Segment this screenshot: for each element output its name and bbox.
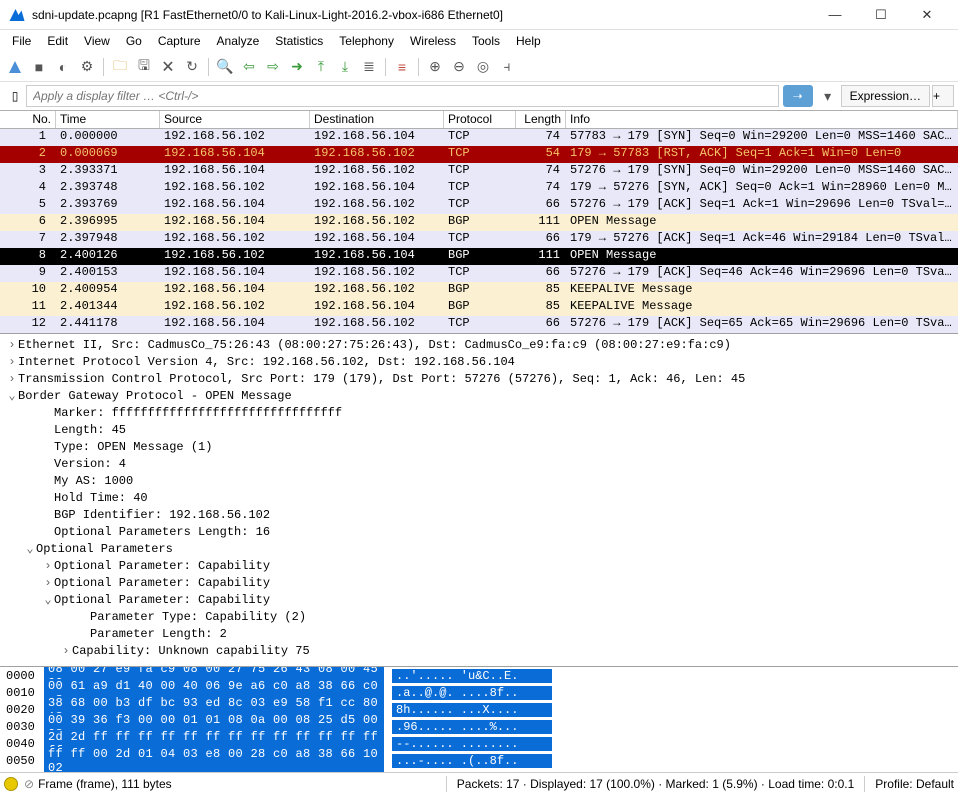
- packet-details[interactable]: ›Ethernet II, Src: CadmusCo_75:26:43 (08…: [0, 333, 958, 666]
- packet-row[interactable]: 112.401344192.168.56.102192.168.56.104BG…: [0, 299, 958, 316]
- menu-wireless[interactable]: Wireless: [402, 32, 464, 50]
- col-dst: Destination: [310, 111, 444, 128]
- detail-row[interactable]: ›Capability: Unknown capability 75: [0, 642, 958, 659]
- titlebar: sdni-update.pcapng [R1 FastEthernet0/0 t…: [0, 0, 958, 30]
- menu-statistics[interactable]: Statistics: [267, 32, 331, 50]
- menubar: File Edit View Go Capture Analyze Statis…: [0, 30, 958, 52]
- col-time: Time: [56, 111, 160, 128]
- go-forward-icon[interactable]: ⇨: [262, 56, 284, 78]
- col-info: Info: [566, 111, 958, 128]
- detail-row[interactable]: Hold Time: 40: [0, 489, 958, 506]
- col-proto: Protocol: [444, 111, 516, 128]
- detail-row[interactable]: BGP Identifier: 192.168.56.102: [0, 506, 958, 523]
- window-title: sdni-update.pcapng [R1 FastEthernet0/0 t…: [32, 8, 812, 22]
- packet-row[interactable]: 82.400126192.168.56.102192.168.56.104BGP…: [0, 248, 958, 265]
- packet-row[interactable]: 102.400954192.168.56.104192.168.56.102BG…: [0, 282, 958, 299]
- status-packets: Packets: 17 · Displayed: 17 (100.0%) · M…: [457, 777, 855, 791]
- apply-filter-button[interactable]: ➝: [783, 85, 813, 107]
- status-profile[interactable]: Profile: Default: [875, 777, 954, 791]
- colorize-icon[interactable]: ≡: [391, 56, 413, 78]
- detail-row[interactable]: ›Ethernet II, Src: CadmusCo_75:26:43 (08…: [0, 336, 958, 353]
- restart-capture-icon[interactable]: ◐: [52, 56, 74, 78]
- menu-help[interactable]: Help: [508, 32, 549, 50]
- maximize-button[interactable]: ☐: [858, 0, 904, 30]
- detail-row[interactable]: Length: 45: [0, 421, 958, 438]
- stop-capture-icon[interactable]: ■: [28, 56, 50, 78]
- window-controls: — ☐ ✕: [812, 0, 950, 30]
- open-file-icon[interactable]: 🗀: [109, 56, 131, 78]
- bookmark-filter-icon[interactable]: ▯: [4, 85, 26, 107]
- menu-go[interactable]: Go: [118, 32, 150, 50]
- reload-file-icon[interactable]: ↻: [181, 56, 203, 78]
- col-len: Length: [516, 111, 566, 128]
- find-packet-icon[interactable]: 🔍: [214, 56, 236, 78]
- detail-row[interactable]: My AS: 1000: [0, 472, 958, 489]
- menu-analyze[interactable]: Analyze: [209, 32, 268, 50]
- expression-button[interactable]: Expression…: [841, 85, 930, 107]
- packet-row[interactable]: 32.393371192.168.56.104192.168.56.102TCP…: [0, 163, 958, 180]
- start-capture-icon[interactable]: [4, 56, 26, 78]
- save-file-icon[interactable]: 🖫: [133, 56, 155, 78]
- packet-row[interactable]: 122.441178192.168.56.104192.168.56.102TC…: [0, 316, 958, 333]
- detail-row[interactable]: Version: 4: [0, 455, 958, 472]
- detail-row[interactable]: Type: OPEN Message (1): [0, 438, 958, 455]
- menu-telephony[interactable]: Telephony: [331, 32, 402, 50]
- packet-row[interactable]: 72.397948192.168.56.102192.168.56.104TCP…: [0, 231, 958, 248]
- statusbar: ⊘ Frame (frame), 111 bytes Packets: 17 ·…: [0, 772, 958, 794]
- status-frame: Frame (frame), 111 bytes: [38, 777, 172, 791]
- go-last-icon[interactable]: ⤓: [334, 56, 356, 78]
- capture-options-icon[interactable]: ⚙: [76, 56, 98, 78]
- menu-capture[interactable]: Capture: [150, 32, 209, 50]
- filter-dropdown-icon[interactable]: ▾: [817, 85, 839, 107]
- hex-pane[interactable]: 000008 00 27 e9 fa c9 08 00 27 75 26 43 …: [0, 666, 958, 772]
- packet-row[interactable]: 62.396995192.168.56.104192.168.56.102BGP…: [0, 214, 958, 231]
- zoom-reset-icon[interactable]: ◎: [472, 56, 494, 78]
- expert-info-icon[interactable]: [4, 777, 18, 791]
- detail-row[interactable]: ›Optional Parameter: Capability: [0, 557, 958, 574]
- menu-tools[interactable]: Tools: [464, 32, 508, 50]
- menu-edit[interactable]: Edit: [39, 32, 76, 50]
- detail-row[interactable]: Parameter Type: Capability (2): [0, 608, 958, 625]
- detail-row[interactable]: ›Optional Parameter: Capability: [0, 574, 958, 591]
- packet-list: No. Time Source Destination Protocol Len…: [0, 110, 958, 333]
- go-first-icon[interactable]: ⤒: [310, 56, 332, 78]
- resize-columns-icon[interactable]: ⫞: [496, 56, 518, 78]
- menu-file[interactable]: File: [4, 32, 39, 50]
- packet-row[interactable]: 52.393769192.168.56.104192.168.56.102TCP…: [0, 197, 958, 214]
- detail-row[interactable]: ⌄Optional Parameter: Capability: [0, 591, 958, 608]
- col-no: No.: [0, 111, 56, 128]
- zoom-out-icon[interactable]: ⊖: [448, 56, 470, 78]
- app-icon: [8, 6, 26, 24]
- hex-row[interactable]: 0050ff ff 00 2d 01 04 03 e8 00 28 c0 a8 …: [0, 752, 958, 769]
- menu-view[interactable]: View: [76, 32, 118, 50]
- packet-list-header[interactable]: No. Time Source Destination Protocol Len…: [0, 111, 958, 129]
- detail-row[interactable]: ⌄Optional Parameters: [0, 540, 958, 557]
- auto-scroll-icon[interactable]: ≣: [358, 56, 380, 78]
- detail-row[interactable]: ›Internet Protocol Version 4, Src: 192.1…: [0, 353, 958, 370]
- detail-row[interactable]: ›Transmission Control Protocol, Src Port…: [0, 370, 958, 387]
- packet-row[interactable]: 42.393748192.168.56.102192.168.56.104TCP…: [0, 180, 958, 197]
- toolbar: ■ ◐ ⚙ 🗀 🖫 🗙 ↻ 🔍 ⇦ ⇨ ➜ ⤒ ⤓ ≣ ≡ ⊕ ⊖ ◎ ⫞: [0, 52, 958, 82]
- go-to-packet-icon[interactable]: ➜: [286, 56, 308, 78]
- add-filter-button[interactable]: +: [932, 85, 954, 107]
- detail-row[interactable]: Parameter Length: 2: [0, 625, 958, 642]
- minimize-button[interactable]: —: [812, 0, 858, 30]
- zoom-in-icon[interactable]: ⊕: [424, 56, 446, 78]
- go-back-icon[interactable]: ⇦: [238, 56, 260, 78]
- packet-row[interactable]: 10.000000192.168.56.102192.168.56.104TCP…: [0, 129, 958, 146]
- close-file-icon[interactable]: 🗙: [157, 56, 179, 78]
- packet-row[interactable]: 92.400153192.168.56.104192.168.56.102TCP…: [0, 265, 958, 282]
- packet-row[interactable]: 20.000069192.168.56.104192.168.56.102TCP…: [0, 146, 958, 163]
- col-src: Source: [160, 111, 310, 128]
- detail-row[interactable]: Marker: ffffffffffffffffffffffffffffffff: [0, 404, 958, 421]
- cancel-icon[interactable]: ⊘: [24, 777, 34, 791]
- display-filter-input[interactable]: [26, 85, 779, 107]
- filter-bar: ▯ ➝ ▾ Expression… +: [0, 82, 958, 110]
- detail-row[interactable]: ⌄Border Gateway Protocol - OPEN Message: [0, 387, 958, 404]
- packet-list-body[interactable]: 10.000000192.168.56.102192.168.56.104TCP…: [0, 129, 958, 333]
- close-button[interactable]: ✕: [904, 0, 950, 30]
- detail-row[interactable]: Optional Parameters Length: 16: [0, 523, 958, 540]
